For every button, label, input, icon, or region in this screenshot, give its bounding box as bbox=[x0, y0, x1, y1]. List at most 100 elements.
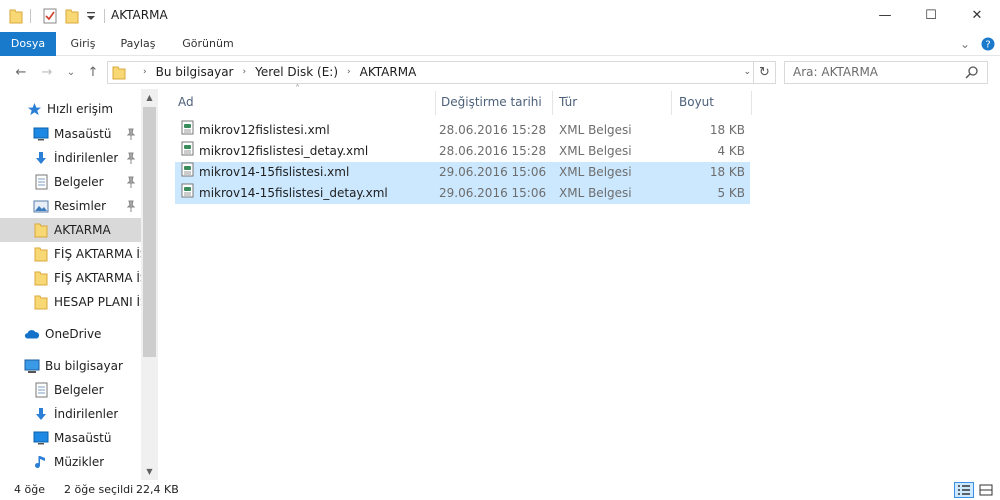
star-icon bbox=[26, 101, 42, 117]
search-box[interactable]: Ara: AKTARMA bbox=[784, 61, 988, 84]
sidebar-item-label: Müzikler bbox=[54, 455, 105, 469]
sidebar-item-fis-aktarma-1[interactable]: FİŞ AKTARMA İŞ bbox=[0, 242, 141, 266]
sidebar-item-label: HESAP PLANI İŞİ bbox=[54, 295, 141, 309]
breadcrumb-aktarma[interactable]: AKTARMA bbox=[360, 62, 417, 83]
selected-size: 22,4 KB bbox=[136, 483, 179, 496]
pin-icon[interactable] bbox=[126, 128, 136, 143]
close-button[interactable]: ✕ bbox=[954, 0, 1000, 30]
breadcrumb: › Bu bilgisayar › Yerel Disk (E:) › AKTA… bbox=[134, 62, 416, 83]
sidebar-item-pc-desktop[interactable]: Masaüstü bbox=[0, 426, 141, 450]
refresh-button[interactable]: ↻ bbox=[753, 62, 775, 83]
sidebar-item-pc-downloads[interactable]: İndirilenler bbox=[0, 402, 141, 426]
forward-button[interactable]: → bbox=[38, 63, 56, 81]
breadcrumb-separator[interactable]: › bbox=[243, 62, 247, 83]
address-dropdown-icon[interactable]: ⌄ bbox=[743, 62, 751, 83]
properties-icon[interactable] bbox=[42, 7, 58, 25]
sidebar-item-label: Masaüstü bbox=[54, 431, 112, 445]
table-row[interactable]: mikrov12fislistesi.xml 28.06.2016 15:28 … bbox=[175, 120, 750, 141]
scroll-up-button[interactable]: ▲ bbox=[141, 89, 158, 106]
music-icon bbox=[33, 454, 49, 470]
file-date: 29.06.2016 15:06 bbox=[439, 165, 547, 179]
column-header-date[interactable]: Değiştirme tarihi bbox=[423, 89, 553, 115]
sidebar-item-label: Hızlı erişim bbox=[47, 102, 114, 116]
help-icon[interactable]: ? bbox=[981, 36, 995, 52]
back-button[interactable]: ← bbox=[12, 63, 30, 81]
quick-access-separator bbox=[30, 7, 31, 25]
sidebar-item-quick-access[interactable]: Hızlı erişim bbox=[0, 97, 141, 121]
breadcrumb-local-disk[interactable]: Yerel Disk (E:) bbox=[255, 62, 338, 83]
breadcrumb-separator[interactable]: › bbox=[347, 62, 351, 83]
download-icon bbox=[33, 406, 49, 422]
scrollbar-thumb[interactable] bbox=[143, 107, 156, 357]
xml-file-icon bbox=[181, 183, 194, 205]
sidebar-item-label: AKTARMA bbox=[54, 223, 111, 237]
search-input[interactable]: Ara: AKTARMA bbox=[793, 62, 878, 83]
pin-icon[interactable] bbox=[126, 176, 136, 191]
sidebar-item-music[interactable]: Müzikler bbox=[0, 450, 141, 474]
sidebar-item-label: FİŞ AKTARMA İŞ bbox=[54, 247, 141, 261]
scroll-down-button[interactable]: ▼ bbox=[141, 463, 158, 480]
breadcrumb-this-pc[interactable]: Bu bilgisayar bbox=[156, 62, 234, 83]
sidebar-item-label: İndirilenler bbox=[54, 407, 119, 421]
sidebar-item-hesap-plani[interactable]: HESAP PLANI İŞİ bbox=[0, 290, 141, 314]
sidebar-item-desktop[interactable]: Masaüstü bbox=[0, 122, 141, 146]
folder-icon bbox=[33, 222, 49, 238]
navigation-pane: Hızlı erişim Masaüstü İndirilenler Belge… bbox=[0, 89, 158, 480]
column-header-name[interactable]: Ad bbox=[160, 89, 435, 115]
file-name-cell: mikrov14-15fislistesi_detay.xml bbox=[181, 183, 388, 204]
status-bar: 4 öğe 2 öğe seçildi 22,4 KB bbox=[0, 480, 1000, 500]
sidebar-item-this-pc[interactable]: Bu bilgisayar bbox=[0, 354, 141, 378]
sidebar-item-label: İndirilenler bbox=[54, 151, 119, 165]
tab-view[interactable]: Görünüm bbox=[170, 32, 246, 56]
xml-file-icon bbox=[181, 120, 194, 142]
pin-icon[interactable] bbox=[126, 200, 136, 215]
sidebar-item-onedrive[interactable]: OneDrive bbox=[0, 322, 141, 346]
file-type: XML Belgesi bbox=[559, 186, 632, 200]
sidebar-item-downloads[interactable]: İndirilenler bbox=[0, 146, 141, 170]
column-header-type[interactable]: Tür bbox=[541, 89, 671, 115]
folder-icon bbox=[9, 7, 23, 25]
tab-home[interactable]: Giriş bbox=[60, 32, 106, 56]
download-icon bbox=[33, 150, 49, 166]
file-type: XML Belgesi bbox=[559, 123, 632, 137]
desktop-icon bbox=[33, 430, 49, 446]
navigation-bar: ← → ⌄ ↑ › Bu bilgisayar › Yerel Disk (E:… bbox=[0, 57, 1000, 87]
title-separator bbox=[104, 9, 105, 23]
sidebar-item-label: Bu bilgisayar bbox=[45, 359, 123, 373]
up-button[interactable]: ↑ bbox=[84, 63, 102, 81]
folder-icon bbox=[33, 246, 49, 262]
details-view-button[interactable] bbox=[954, 482, 974, 498]
maximize-button[interactable]: ☐ bbox=[908, 0, 954, 30]
tab-file[interactable]: Dosya bbox=[0, 32, 56, 56]
minimize-button[interactable]: — bbox=[862, 0, 908, 30]
large-icons-view-button[interactable] bbox=[976, 482, 996, 498]
sidebar-item-label: Masaüstü bbox=[54, 127, 112, 141]
navigation-scrollbar[interactable]: ▲ ▼ bbox=[141, 89, 158, 480]
window-title: AKTARMA bbox=[111, 8, 168, 22]
folder-icon bbox=[33, 270, 49, 286]
new-folder-icon[interactable] bbox=[65, 7, 79, 25]
column-divider[interactable] bbox=[751, 91, 752, 115]
folder-icon bbox=[33, 294, 49, 310]
sidebar-item-documents[interactable]: Belgeler bbox=[0, 170, 141, 194]
title-bar: AKTARMA — ☐ ✕ bbox=[0, 0, 1000, 32]
table-row[interactable]: mikrov12fislistesi_detay.xml 28.06.2016 … bbox=[175, 141, 750, 162]
expand-ribbon-icon[interactable]: ⌄ bbox=[960, 36, 970, 52]
item-count: 4 öğe bbox=[14, 483, 45, 496]
table-row[interactable]: mikrov14-15fislistesi.xml 29.06.2016 15:… bbox=[175, 162, 750, 183]
sidebar-item-fis-aktarma-2[interactable]: FİŞ AKTARMA İŞ bbox=[0, 266, 141, 290]
file-date: 28.06.2016 15:28 bbox=[439, 123, 547, 137]
recent-locations-button[interactable]: ⌄ bbox=[62, 63, 80, 81]
sidebar-item-pc-documents[interactable]: Belgeler bbox=[0, 378, 141, 402]
xml-file-icon bbox=[181, 141, 194, 163]
customize-toolbar-icon[interactable] bbox=[86, 7, 96, 25]
file-size: 18 KB bbox=[709, 165, 745, 179]
sidebar-item-pictures[interactable]: Resimler bbox=[0, 194, 141, 218]
pin-icon[interactable] bbox=[126, 152, 136, 167]
sidebar-item-aktarma[interactable]: AKTARMA bbox=[0, 218, 141, 242]
table-row[interactable]: mikrov14-15fislistesi_detay.xml 29.06.20… bbox=[175, 183, 750, 204]
xml-file-icon bbox=[181, 162, 194, 184]
tab-share[interactable]: Paylaş bbox=[112, 32, 164, 56]
column-header-size[interactable]: Boyut bbox=[661, 89, 751, 115]
address-bar[interactable]: › Bu bilgisayar › Yerel Disk (E:) › AKTA… bbox=[107, 61, 776, 84]
